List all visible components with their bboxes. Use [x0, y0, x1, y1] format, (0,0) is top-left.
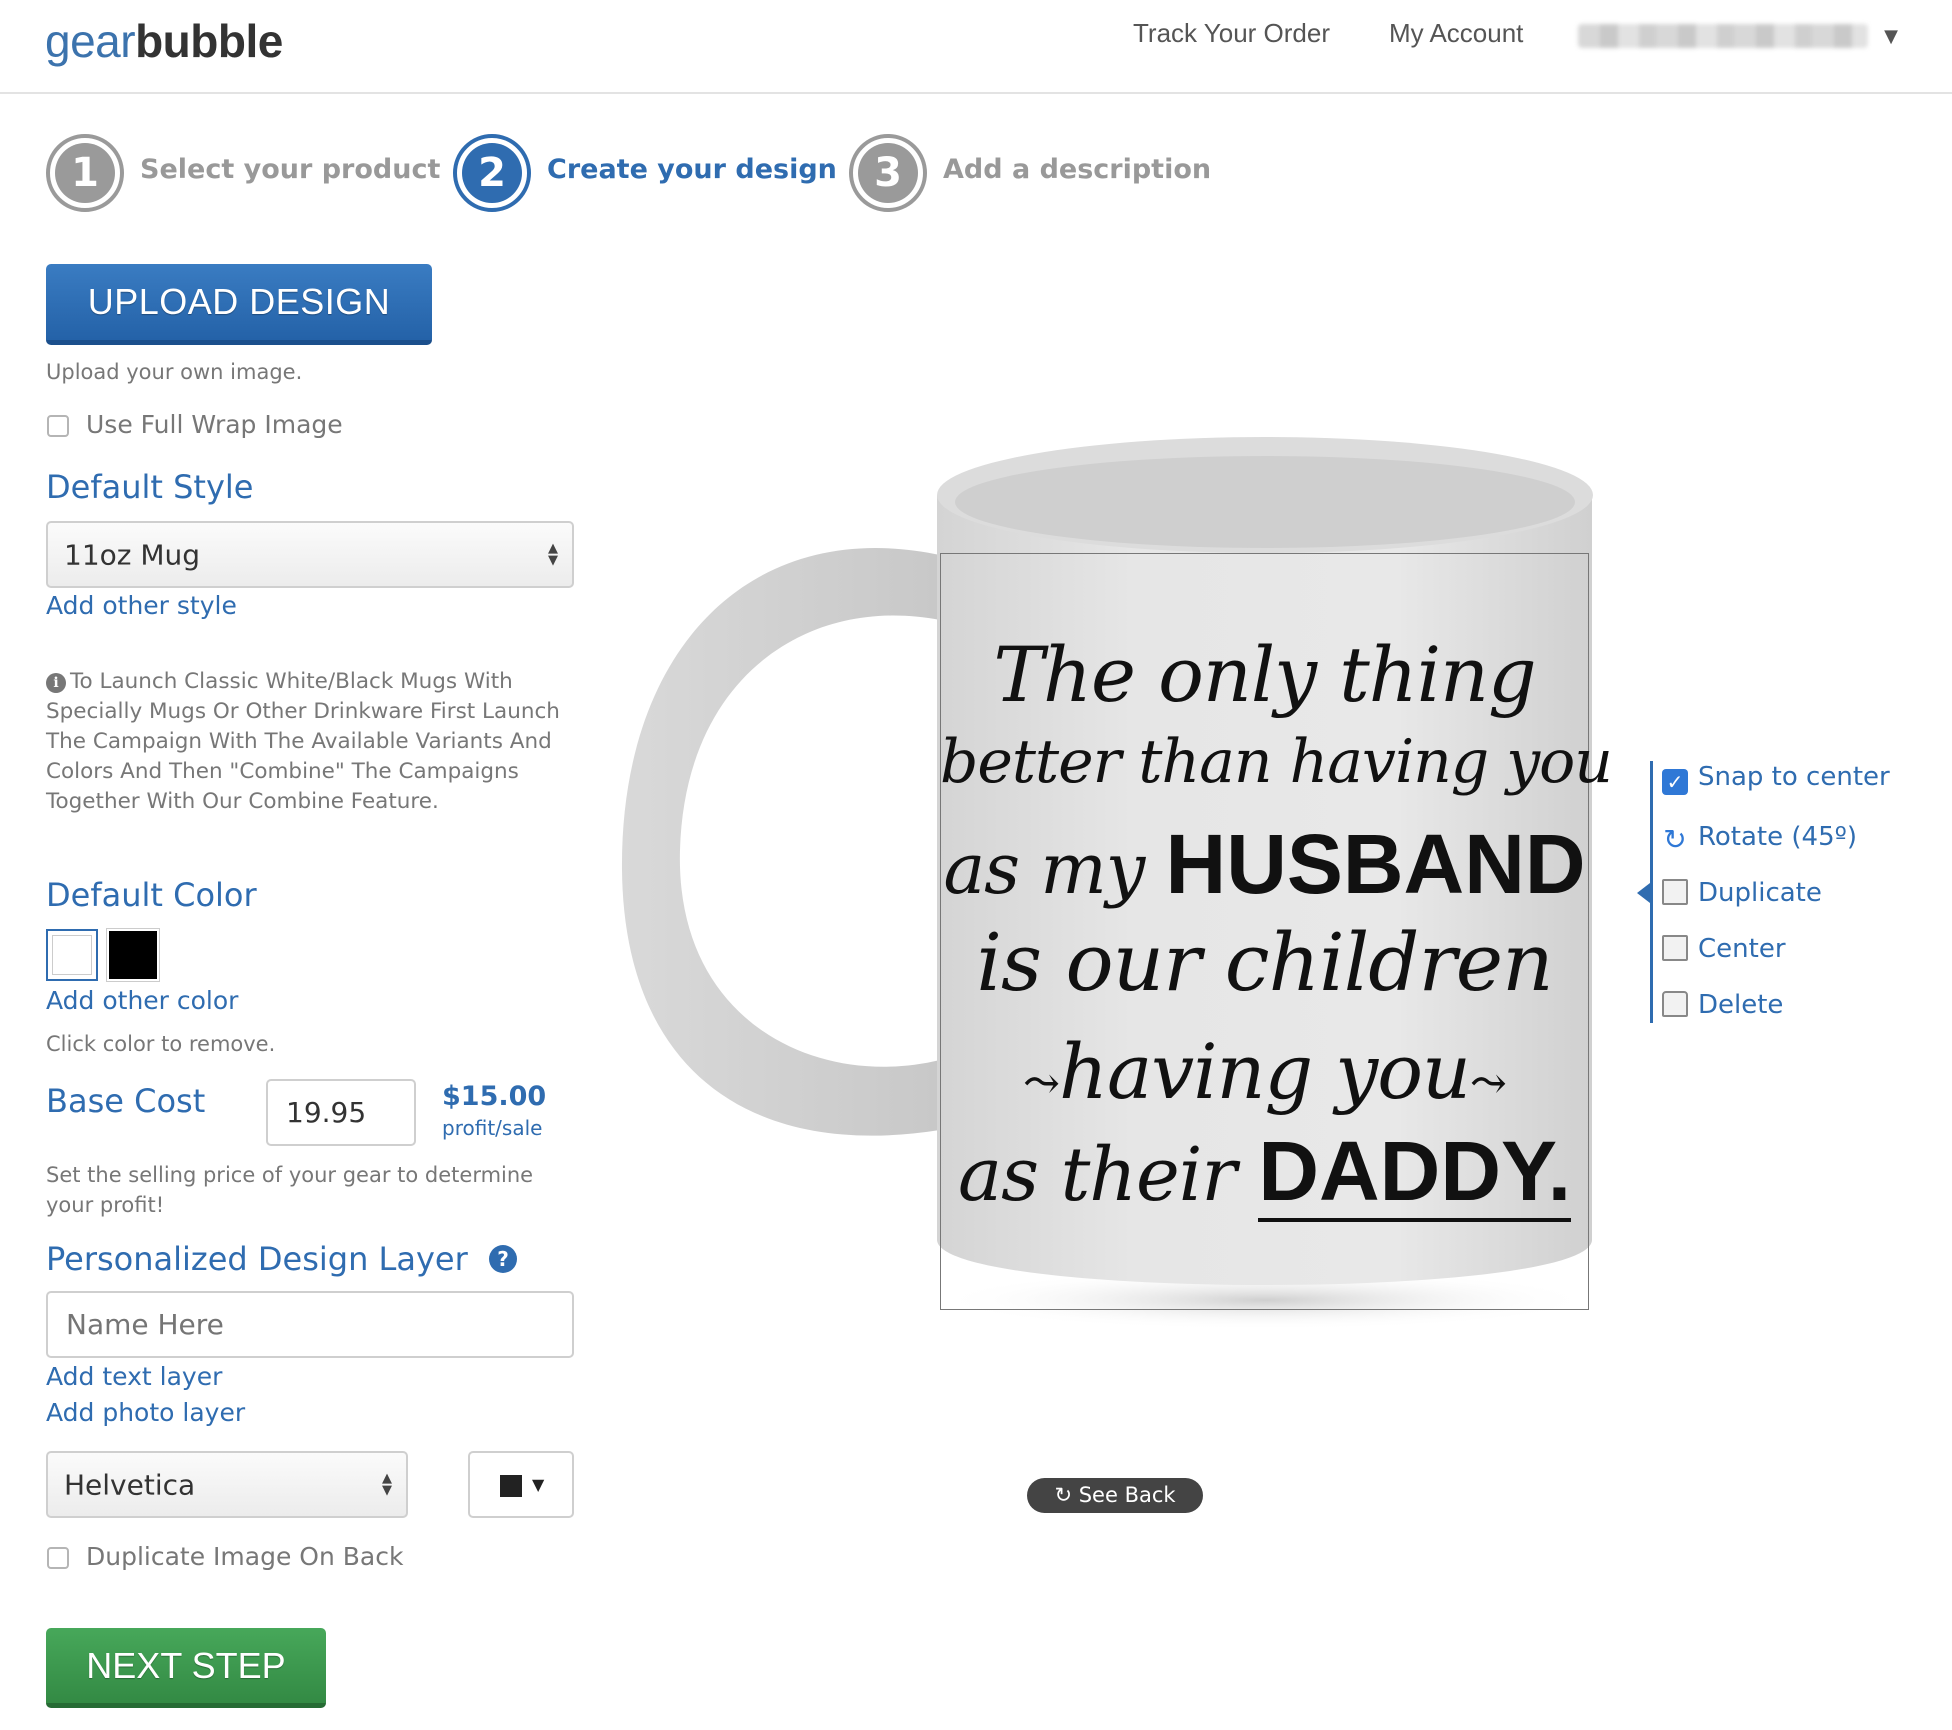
full-wrap-label[interactable]: Use Full Wrap Image — [86, 410, 343, 439]
center-button[interactable]: Center — [1662, 934, 1786, 968]
upload-hint: Upload your own image. — [46, 360, 303, 384]
quote-line-5[interactable]: ⤳having you⤳ — [940, 1027, 1589, 1116]
style-select-value: 11oz Mug — [64, 538, 201, 571]
logo-gear-text: gear — [45, 15, 136, 67]
select-arrows-icon: ▲ ▼ — [382, 1470, 392, 1498]
info-note-text: To Launch Classic White/Black Mugs With … — [46, 669, 560, 814]
quote-line-1[interactable]: The only thing — [940, 630, 1589, 719]
style-select[interactable]: 11oz Mug ▲ ▼ — [46, 521, 574, 588]
center-icon — [1662, 935, 1688, 961]
quote-daddy: DADDY. — [1258, 1124, 1572, 1222]
duplicate-icon — [1662, 879, 1688, 905]
tool-pointer-arrow — [1637, 883, 1650, 903]
rotate-icon: ↻ — [1663, 823, 1687, 856]
quote-line-3-part-a: as my — [943, 828, 1166, 910]
chevron-down-icon: ▼ — [1884, 26, 1898, 47]
duplicate-back-checkbox[interactable] — [47, 1547, 69, 1569]
color-remove-hint: Click color to remove. — [46, 1032, 276, 1056]
step-2-number: 2 — [462, 143, 522, 203]
step-1-label[interactable]: Select your product — [140, 154, 440, 185]
gearbubble-logo[interactable]: gearbubble — [45, 14, 283, 68]
font-select-value: Helvetica — [64, 1468, 196, 1501]
step-1-number: 1 — [55, 143, 115, 203]
font-select[interactable]: Helvetica ▲ ▼ — [46, 1451, 408, 1518]
profit-amount: $15.00 — [442, 1081, 547, 1112]
add-other-color-link[interactable]: Add other color — [46, 986, 238, 1015]
add-other-style-link[interactable]: Add other style — [46, 591, 237, 620]
mug-inside — [955, 456, 1575, 548]
personalized-layer-title: Personalized Design Layer — [46, 1240, 468, 1278]
step-2-circle[interactable]: 2 — [453, 134, 531, 212]
select-arrows-icon: ▲ ▼ — [548, 540, 558, 568]
default-color-title: Default Color — [46, 876, 257, 914]
user-menu-dropdown[interactable]: ▼ — [1578, 18, 1898, 52]
swirl-left-icon: ⤳ — [1023, 1058, 1060, 1109]
info-icon: i — [46, 673, 66, 693]
trash-icon — [1662, 991, 1688, 1017]
add-text-layer-link[interactable]: Add text layer — [46, 1362, 222, 1391]
next-step-button[interactable]: NEXT STEP — [46, 1628, 326, 1708]
step-3-number: 3 — [858, 143, 918, 203]
step-3-circle[interactable]: 3 — [849, 134, 927, 212]
logo-bubble-text: bubble — [135, 15, 283, 67]
base-cost-input[interactable] — [266, 1079, 416, 1146]
my-account-link[interactable]: My Account — [1389, 18, 1523, 49]
rotate-label: Rotate (45º) — [1698, 822, 1858, 852]
color-swatch-black[interactable] — [107, 929, 159, 981]
tool-panel-rail — [1650, 761, 1653, 1023]
top-header: gearbubble Track Your Order My Account ▼ — [0, 0, 1952, 94]
step-1-circle[interactable]: 1 — [46, 134, 124, 212]
caret-down-icon: ▼ — [532, 1475, 545, 1494]
see-back-button[interactable]: ↻ See Back — [1027, 1478, 1203, 1513]
step-3-label[interactable]: Add a description — [943, 154, 1211, 185]
rotate-button[interactable]: ↻ Rotate (45º) — [1662, 822, 1857, 856]
quote-line-5-text: having you — [1059, 1027, 1471, 1116]
info-note: i To Launch Classic White/Black Mugs With… — [46, 667, 566, 817]
upload-design-button[interactable]: UPLOAD DESIGN — [46, 264, 432, 345]
full-wrap-checkbox[interactable] — [47, 415, 69, 437]
snap-label: Snap to center — [1698, 762, 1890, 792]
text-color-picker[interactable]: ▼ — [468, 1451, 574, 1518]
add-photo-layer-link[interactable]: Add photo layer — [46, 1398, 245, 1427]
refresh-icon: ↻ — [1054, 1483, 1079, 1507]
center-label: Center — [1698, 934, 1786, 964]
duplicate-label: Duplicate — [1698, 878, 1822, 908]
step-2-label[interactable]: Create your design — [547, 154, 837, 185]
quote-line-2[interactable]: better than having you — [940, 727, 1613, 797]
delete-button[interactable]: Delete — [1662, 990, 1783, 1024]
help-icon[interactable]: ? — [489, 1245, 517, 1273]
snap-to-center-toggle[interactable]: ✓ Snap to center — [1662, 762, 1890, 796]
default-style-title: Default Style — [46, 468, 254, 506]
duplicate-button[interactable]: Duplicate — [1662, 878, 1822, 912]
duplicate-back-label[interactable]: Duplicate Image On Back — [86, 1542, 403, 1571]
quote-line-6-part-a: as their — [957, 1132, 1259, 1218]
track-order-link[interactable]: Track Your Order — [1133, 18, 1330, 49]
color-square-icon — [500, 1475, 522, 1497]
color-swatch-white[interactable] — [46, 929, 98, 981]
selling-price-hint: Set the selling price of your gear to de… — [46, 1163, 534, 1217]
quote-line-3[interactable]: as my HUSBAND — [940, 816, 1589, 913]
swirl-right-icon: ⤳ — [1469, 1058, 1507, 1109]
profit-label: profit/sale — [442, 1116, 543, 1140]
quote-husband: HUSBAND — [1165, 817, 1586, 911]
base-cost-title: Base Cost — [46, 1082, 206, 1120]
checkbox-checked-icon: ✓ — [1662, 769, 1688, 795]
see-back-label: See Back — [1078, 1483, 1176, 1507]
mug-handle — [621, 548, 940, 1136]
quote-line-6[interactable]: as their DADDY. — [940, 1123, 1589, 1222]
name-layer-input[interactable] — [46, 1291, 574, 1358]
redacted-username — [1578, 24, 1868, 48]
delete-label: Delete — [1698, 990, 1784, 1020]
quote-line-4[interactable]: is our children — [940, 916, 1589, 1009]
